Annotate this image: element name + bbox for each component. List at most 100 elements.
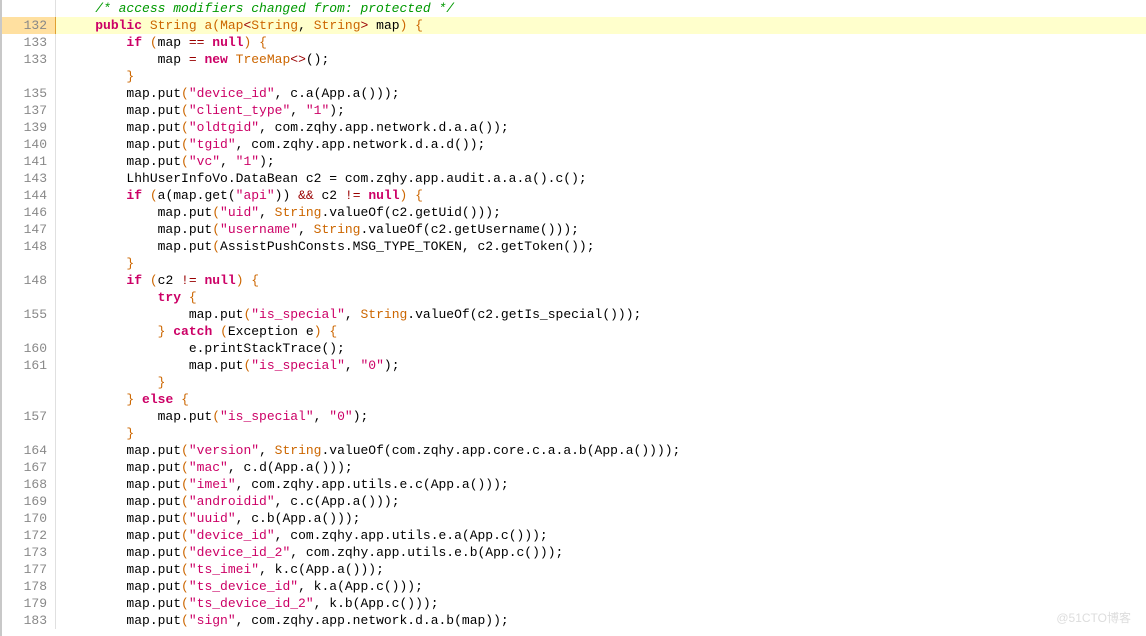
watermark: @51CTO博客 bbox=[1056, 609, 1131, 626]
code-line[interactable]: } bbox=[56, 374, 1146, 391]
line-number: 160 bbox=[2, 340, 56, 357]
code-row: 155 map.put("is_special", String.valueOf… bbox=[2, 306, 1146, 323]
code-line[interactable]: if (a(map.get("api")) && c2 != null) { bbox=[56, 187, 1146, 204]
code-line[interactable]: map.put("mac", c.d(App.a())); bbox=[56, 459, 1146, 476]
line-number: 168 bbox=[2, 476, 56, 493]
code-row: } catch (Exception e) { bbox=[2, 323, 1146, 340]
code-line[interactable]: } else { bbox=[56, 391, 1146, 408]
line-number: 167 bbox=[2, 459, 56, 476]
code-line[interactable]: map.put("ts_imei", k.c(App.a())); bbox=[56, 561, 1146, 578]
code-line[interactable]: } catch (Exception e) { bbox=[56, 323, 1146, 340]
code-line[interactable]: if (map == null) { bbox=[56, 34, 1146, 51]
code-line[interactable]: e.printStackTrace(); bbox=[56, 340, 1146, 357]
code-line[interactable]: map.put("version", String.valueOf(com.zq… bbox=[56, 442, 1146, 459]
code-row: 167 map.put("mac", c.d(App.a())); bbox=[2, 459, 1146, 476]
code-line[interactable]: } bbox=[56, 425, 1146, 442]
code-line[interactable]: public String a(Map<String, String> map)… bbox=[56, 17, 1146, 34]
code-row: 141 map.put("vc", "1"); bbox=[2, 153, 1146, 170]
code-line[interactable]: map.put("is_special", "0"); bbox=[56, 408, 1146, 425]
line-number: 178 bbox=[2, 578, 56, 595]
line-number bbox=[2, 374, 56, 391]
line-number: 137 bbox=[2, 102, 56, 119]
code-row: 144 if (a(map.get("api")) && c2 != null)… bbox=[2, 187, 1146, 204]
code-line[interactable]: map.put("uuid", c.b(App.a())); bbox=[56, 510, 1146, 527]
code-row: 160 e.printStackTrace(); bbox=[2, 340, 1146, 357]
code-row: 168 map.put("imei", com.zqhy.app.utils.e… bbox=[2, 476, 1146, 493]
code-row: 148 map.put(AssistPushConsts.MSG_TYPE_TO… bbox=[2, 238, 1146, 255]
code-line[interactable]: /* access modifiers changed from: protec… bbox=[56, 0, 1146, 17]
line-number bbox=[2, 0, 56, 17]
code-row: 169 map.put("androidid", c.c(App.a())); bbox=[2, 493, 1146, 510]
code-row: 157 map.put("is_special", "0"); bbox=[2, 408, 1146, 425]
code-row: 133 if (map == null) { bbox=[2, 34, 1146, 51]
code-line[interactable]: map.put("username", String.valueOf(c2.ge… bbox=[56, 221, 1146, 238]
line-number bbox=[2, 391, 56, 408]
code-line[interactable]: map.put(AssistPushConsts.MSG_TYPE_TOKEN,… bbox=[56, 238, 1146, 255]
code-line[interactable]: map.put("sign", com.zqhy.app.network.d.a… bbox=[56, 612, 1146, 629]
line-number: 148 bbox=[2, 238, 56, 255]
line-number: 169 bbox=[2, 493, 56, 510]
code-row: 137 map.put("client_type", "1"); bbox=[2, 102, 1146, 119]
code-line[interactable]: map.put("is_special", String.valueOf(c2.… bbox=[56, 306, 1146, 323]
line-number: 146 bbox=[2, 204, 56, 221]
code-row: 178 map.put("ts_device_id", k.a(App.c())… bbox=[2, 578, 1146, 595]
line-number: 141 bbox=[2, 153, 56, 170]
line-number: 183 bbox=[2, 612, 56, 629]
line-number: 133 bbox=[2, 51, 56, 68]
line-number bbox=[2, 289, 56, 306]
code-line[interactable]: map.put("androidid", c.c(App.a())); bbox=[56, 493, 1146, 510]
line-number: 173 bbox=[2, 544, 56, 561]
code-line[interactable]: LhhUserInfoVo.DataBean c2 = com.zqhy.app… bbox=[56, 170, 1146, 187]
code-row: 170 map.put("uuid", c.b(App.a())); bbox=[2, 510, 1146, 527]
code-line[interactable]: } bbox=[56, 68, 1146, 85]
code-line[interactable]: } bbox=[56, 255, 1146, 272]
code-editor: /* access modifiers changed from: protec… bbox=[0, 0, 1146, 636]
code-line[interactable]: map.put("device_id", com.zqhy.app.utils.… bbox=[56, 527, 1146, 544]
line-number bbox=[2, 255, 56, 272]
code-row: 143 LhhUserInfoVo.DataBean c2 = com.zqhy… bbox=[2, 170, 1146, 187]
code-row: 135 map.put("device_id", c.a(App.a())); bbox=[2, 85, 1146, 102]
code-row: 173 map.put("device_id_2", com.zqhy.app.… bbox=[2, 544, 1146, 561]
line-number bbox=[2, 68, 56, 85]
code-row: try { bbox=[2, 289, 1146, 306]
code-row: 133 map = new TreeMap<>(); bbox=[2, 51, 1146, 68]
code-row: } bbox=[2, 68, 1146, 85]
code-row: 177 map.put("ts_imei", k.c(App.a())); bbox=[2, 561, 1146, 578]
code-row: 140 map.put("tgid", com.zqhy.app.network… bbox=[2, 136, 1146, 153]
line-number: 133 bbox=[2, 34, 56, 51]
code-line[interactable]: map.put("device_id_2", com.zqhy.app.util… bbox=[56, 544, 1146, 561]
code-row: } bbox=[2, 255, 1146, 272]
line-number: 139 bbox=[2, 119, 56, 136]
code-row: 132 public String a(Map<String, String> … bbox=[2, 17, 1146, 34]
line-number: 147 bbox=[2, 221, 56, 238]
line-number bbox=[2, 323, 56, 340]
code-line[interactable]: map.put("imei", com.zqhy.app.utils.e.c(A… bbox=[56, 476, 1146, 493]
code-line[interactable]: map.put("client_type", "1"); bbox=[56, 102, 1146, 119]
code-line[interactable]: map.put("uid", String.valueOf(c2.getUid(… bbox=[56, 204, 1146, 221]
line-number: 132 bbox=[2, 17, 56, 34]
code-line[interactable]: if (c2 != null) { bbox=[56, 272, 1146, 289]
code-row: 164 map.put("version", String.valueOf(co… bbox=[2, 442, 1146, 459]
code-row: 148 if (c2 != null) { bbox=[2, 272, 1146, 289]
code-line[interactable]: map.put("device_id", c.a(App.a())); bbox=[56, 85, 1146, 102]
code-line[interactable]: map.put("oldtgid", com.zqhy.app.network.… bbox=[56, 119, 1146, 136]
line-number: 170 bbox=[2, 510, 56, 527]
code-line[interactable]: try { bbox=[56, 289, 1146, 306]
code-row: 172 map.put("device_id", com.zqhy.app.ut… bbox=[2, 527, 1146, 544]
code-row: 139 map.put("oldtgid", com.zqhy.app.netw… bbox=[2, 119, 1146, 136]
code-row: } bbox=[2, 374, 1146, 391]
code-line[interactable]: map = new TreeMap<>(); bbox=[56, 51, 1146, 68]
line-number: 179 bbox=[2, 595, 56, 612]
line-number: 164 bbox=[2, 442, 56, 459]
code-line[interactable]: map.put("is_special", "0"); bbox=[56, 357, 1146, 374]
code-line[interactable]: map.put("ts_device_id", k.a(App.c())); bbox=[56, 578, 1146, 595]
line-number: 144 bbox=[2, 187, 56, 204]
code-line[interactable]: map.put("ts_device_id_2", k.b(App.c())); bbox=[56, 595, 1146, 612]
line-number: 161 bbox=[2, 357, 56, 374]
line-number: 155 bbox=[2, 306, 56, 323]
code-line[interactable]: map.put("vc", "1"); bbox=[56, 153, 1146, 170]
line-number: 177 bbox=[2, 561, 56, 578]
code-line[interactable]: map.put("tgid", com.zqhy.app.network.d.a… bbox=[56, 136, 1146, 153]
line-number: 143 bbox=[2, 170, 56, 187]
code-row: } else { bbox=[2, 391, 1146, 408]
